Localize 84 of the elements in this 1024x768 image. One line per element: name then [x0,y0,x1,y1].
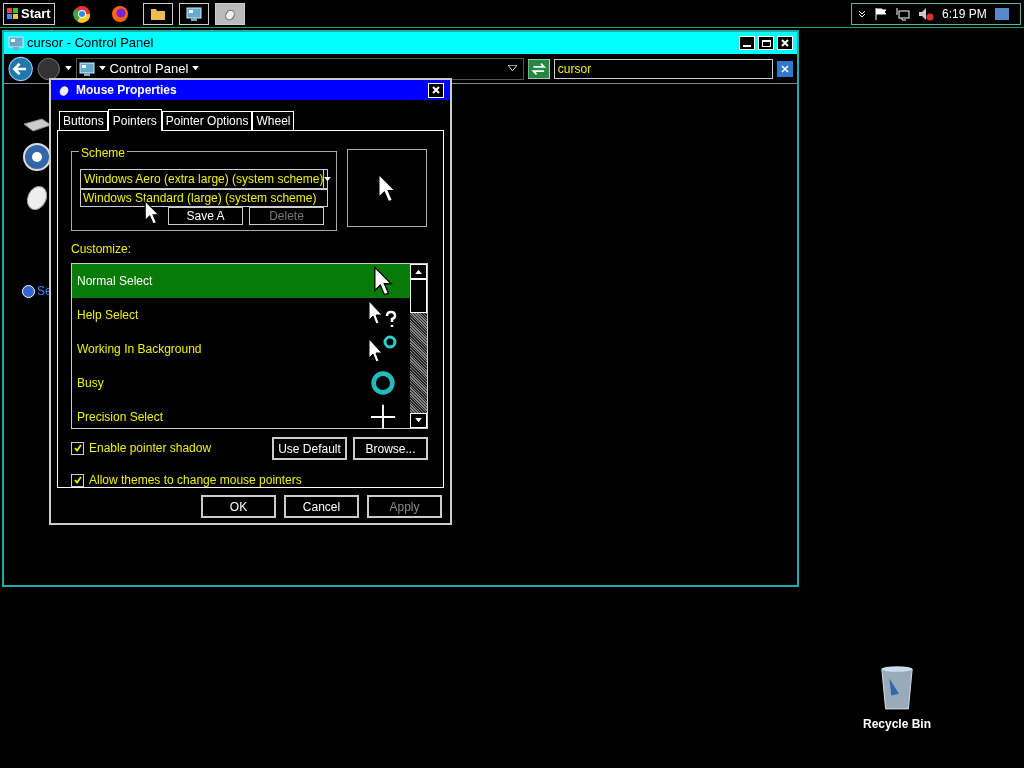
flag-icon[interactable] [874,6,888,21]
dropdown-caret-icon [508,65,518,72]
arrow-pointer-icon [373,266,393,296]
close-button[interactable] [428,82,444,98]
muted-speaker-icon[interactable] [918,6,934,21]
close-icon [432,86,440,94]
show-desktop-icon[interactable] [994,7,1009,20]
back-button[interactable] [8,55,34,82]
arrow-pointer-icon [377,173,397,203]
caret-icon [324,176,332,182]
mouse-taskbar-button[interactable] [214,2,245,25]
start-button[interactable]: Start [3,2,55,25]
search-field-value: cursor [557,60,592,78]
keyboard-icon[interactable] [22,118,52,132]
scheme-button[interactable]: Save A [168,207,243,225]
dropdown-option[interactable]: Windows Standard (large) (system scheme) [83,189,317,207]
mouse-icon [57,83,71,97]
maximize-icon [761,39,771,47]
pointer-name: Precision Select [77,409,164,426]
control-panel-icon [78,60,95,77]
maximize-button[interactable] [758,36,774,50]
tab[interactable]: Wheel [252,111,295,130]
caret-icon [192,66,200,71]
scroll-thumb[interactable] [410,279,427,313]
desktop-icon-label[interactable]: Recycle Bin [862,715,931,733]
pointer-row[interactable]: Help Select [72,298,410,332]
crosshair-icon [369,403,397,428]
down-arrow-icon [415,418,422,423]
caret-icon [64,66,72,71]
fox-browser-icon[interactable] [110,4,129,23]
tab[interactable]: Buttons [59,111,108,130]
pointer-button[interactable]: Use Default [272,437,347,460]
help-icon [22,284,35,298]
help-pointer-icon [368,300,398,330]
pointer-name: Normal Select [77,273,153,290]
network-icon[interactable] [896,6,910,21]
pointer-row[interactable]: Normal Select [72,264,410,298]
forward-button[interactable] [37,56,61,81]
dialog-button[interactable]: Cancel [284,495,359,518]
scrollbar[interactable] [410,264,427,428]
clear-search-button[interactable] [777,60,793,77]
pointer-name: Help Select [77,307,139,324]
search-field[interactable]: cursor [553,58,774,79]
scroll-up-button[interactable] [410,264,427,279]
pointer-name: Busy [77,375,104,392]
pointer-name: Working In Background [77,341,202,358]
close-icon [781,64,790,73]
minimize-button[interactable] [739,36,755,50]
control-panel-icon [185,5,202,22]
pointer-row[interactable]: Precision Select [72,400,410,428]
pointer-row[interactable]: Working In Background [72,332,410,366]
gauge-icon[interactable] [22,142,52,172]
dialog-title: Mouse Properties [76,82,177,99]
breadcrumb-item[interactable]: Control Panel [109,58,189,79]
windows-logo-icon [7,7,19,20]
checkbox[interactable] [71,473,84,487]
folder-icon [149,6,166,21]
clock[interactable]: 6:19 PM [942,4,987,23]
busy-ring-icon [369,369,397,397]
checkbox-label: Allow themes to change mouse pointers [89,472,302,489]
working-pointer-icon [368,334,398,364]
control-panel-icon [8,35,24,51]
close-icon [781,39,789,47]
minimize-icon [743,45,751,47]
tab[interactable]: Pointer Options [161,111,253,130]
dropdown-button[interactable] [323,170,332,188]
checkbox[interactable] [71,441,84,455]
pointer-button[interactable]: Browse... [353,437,428,460]
control-panel-taskbar-button[interactable] [178,2,209,25]
up-arrow-icon [415,269,422,274]
window-title: cursor - Control Panel [27,34,154,53]
caret-icon [98,66,106,71]
folder-taskbar-button[interactable] [142,2,173,25]
pointer-row[interactable]: Busy [72,366,410,400]
dialog-button[interactable]: OK [201,495,276,518]
recycle-bin-icon[interactable] [878,665,916,711]
browser-ball-icon[interactable] [72,4,91,23]
chevron-icon[interactable] [858,9,866,18]
customize-label: Customize: [71,241,133,258]
refresh-button[interactable] [528,58,550,79]
checkbox-label: Enable pointer shadow [89,440,212,457]
tab[interactable]: Pointers [107,109,162,131]
close-button[interactable] [777,36,793,50]
scroll-down-button[interactable] [410,413,427,428]
